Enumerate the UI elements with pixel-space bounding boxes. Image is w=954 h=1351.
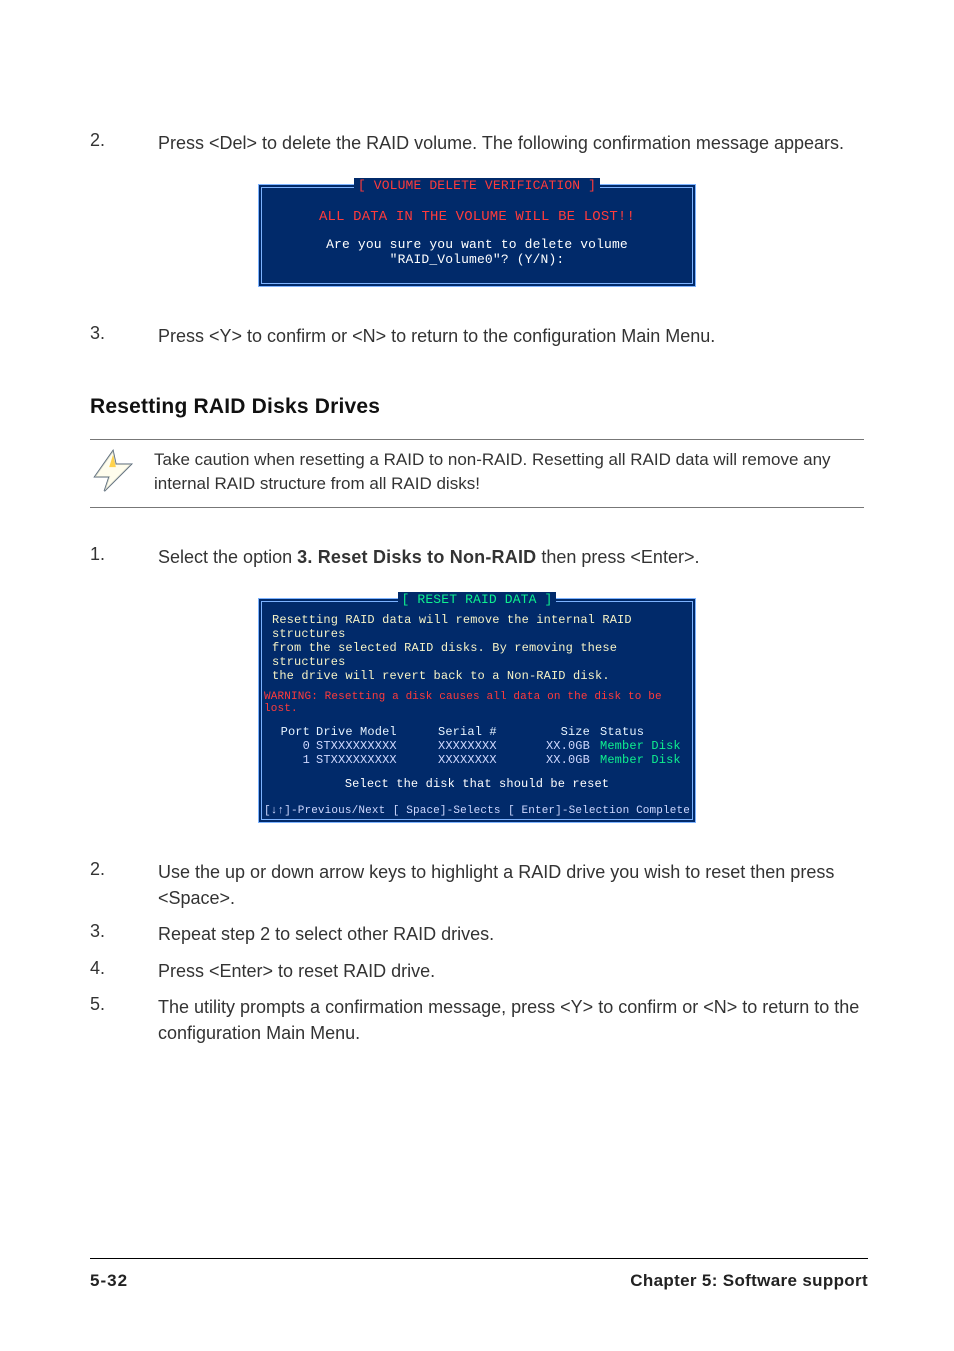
page-number: 5-32 (90, 1271, 128, 1291)
dialog-instruction: Select the disk that should be reset (272, 777, 682, 791)
dialog-warning: WARNING: Resetting a disk causes all dat… (264, 691, 690, 715)
dialog-prompt[interactable]: Are you sure you want to delete volume "… (276, 237, 678, 267)
step-text: Press <Enter> to reset RAID drive. (158, 958, 864, 984)
cell-size: XX.0GB (530, 753, 600, 767)
step-text: Repeat step 2 to select other RAID drive… (158, 921, 864, 947)
cell-model: STXXXXXXXXX (316, 753, 438, 767)
col-size: Size (530, 725, 600, 739)
reset-raid-dialog: [ RESET RAID DATA ] Resetting RAID data … (258, 598, 696, 823)
dialog-intro-line: Resetting RAID data will remove the inte… (272, 613, 682, 641)
cell-status: Member Disk (600, 753, 682, 767)
disk-row[interactable]: 1 STXXXXXXXXX XXXXXXXX XX.0GB Member Dis… (272, 753, 682, 767)
step-number: 2. (90, 859, 128, 911)
lightning-icon (90, 448, 136, 499)
key-enter-complete: [ Enter]-Selection Complete (508, 805, 690, 817)
dialog-title: [ RESET RAID DATA ] (398, 592, 557, 607)
volume-delete-dialog: [ VOLUME DELETE VERIFICATION ] ALL DATA … (258, 184, 696, 287)
step-number: 3. (90, 323, 128, 349)
cell-port: 0 (272, 739, 316, 753)
note-text: Take caution when resetting a RAID to no… (154, 448, 864, 496)
step-text: Press <Del> to delete the RAID volume. T… (158, 130, 864, 156)
disk-row[interactable]: 0 STXXXXXXXXX XXXXXXXX XX.0GB Member Dis… (272, 739, 682, 753)
cell-status: Member Disk (600, 739, 682, 753)
dialog-footer-keys: [↓↑]-Previous/Next [ Space]-Selects [ En… (262, 805, 692, 819)
cell-size: XX.0GB (530, 739, 600, 753)
cell-serial: XXXXXXXX (438, 753, 530, 767)
menu-option-bold: 3. Reset Disks to Non-RAID (297, 547, 536, 567)
section-heading: Resetting RAID Disks Drives (90, 395, 864, 419)
dialog-warning: ALL DATA IN THE VOLUME WILL BE LOST!! (276, 209, 678, 225)
dialog-title: [ VOLUME DELETE VERIFICATION ] (354, 178, 600, 193)
chapter-title: Chapter 5: Software support (630, 1271, 868, 1291)
dialog-intro-line: the drive will revert back to a Non-RAID… (272, 669, 682, 683)
step-number: 1. (90, 544, 128, 570)
col-status: Status (600, 725, 682, 739)
cell-serial: XXXXXXXX (438, 739, 530, 753)
disk-table-header: Port Drive Model Serial # Size Status (272, 725, 682, 739)
dialog-intro-line: from the selected RAID disks. By removin… (272, 641, 682, 669)
step-number: 2. (90, 130, 128, 156)
key-prev-next: [↓↑]-Previous/Next (264, 805, 385, 817)
step-text: Select the option 3. Reset Disks to Non-… (158, 544, 864, 570)
step-text: Use the up or down arrow keys to highlig… (158, 859, 864, 911)
step-text: Press <Y> to confirm or <N> to return to… (158, 323, 864, 349)
key-space-select: [ Space]-Selects (393, 805, 501, 817)
caution-note: Take caution when resetting a RAID to no… (90, 439, 864, 508)
cell-model: STXXXXXXXXX (316, 739, 438, 753)
step-number: 5. (90, 994, 128, 1046)
step-number: 3. (90, 921, 128, 947)
step-number: 4. (90, 958, 128, 984)
cell-port: 1 (272, 753, 316, 767)
step-text-tail: then press <Enter>. (536, 547, 699, 567)
col-serial: Serial # (438, 725, 530, 739)
col-model: Drive Model (316, 725, 438, 739)
col-port: Port (272, 725, 316, 739)
step-text: The utility prompts a confirmation messa… (158, 994, 864, 1046)
step-text-lead: Select the option (158, 547, 297, 567)
footer-rule (90, 1258, 868, 1259)
